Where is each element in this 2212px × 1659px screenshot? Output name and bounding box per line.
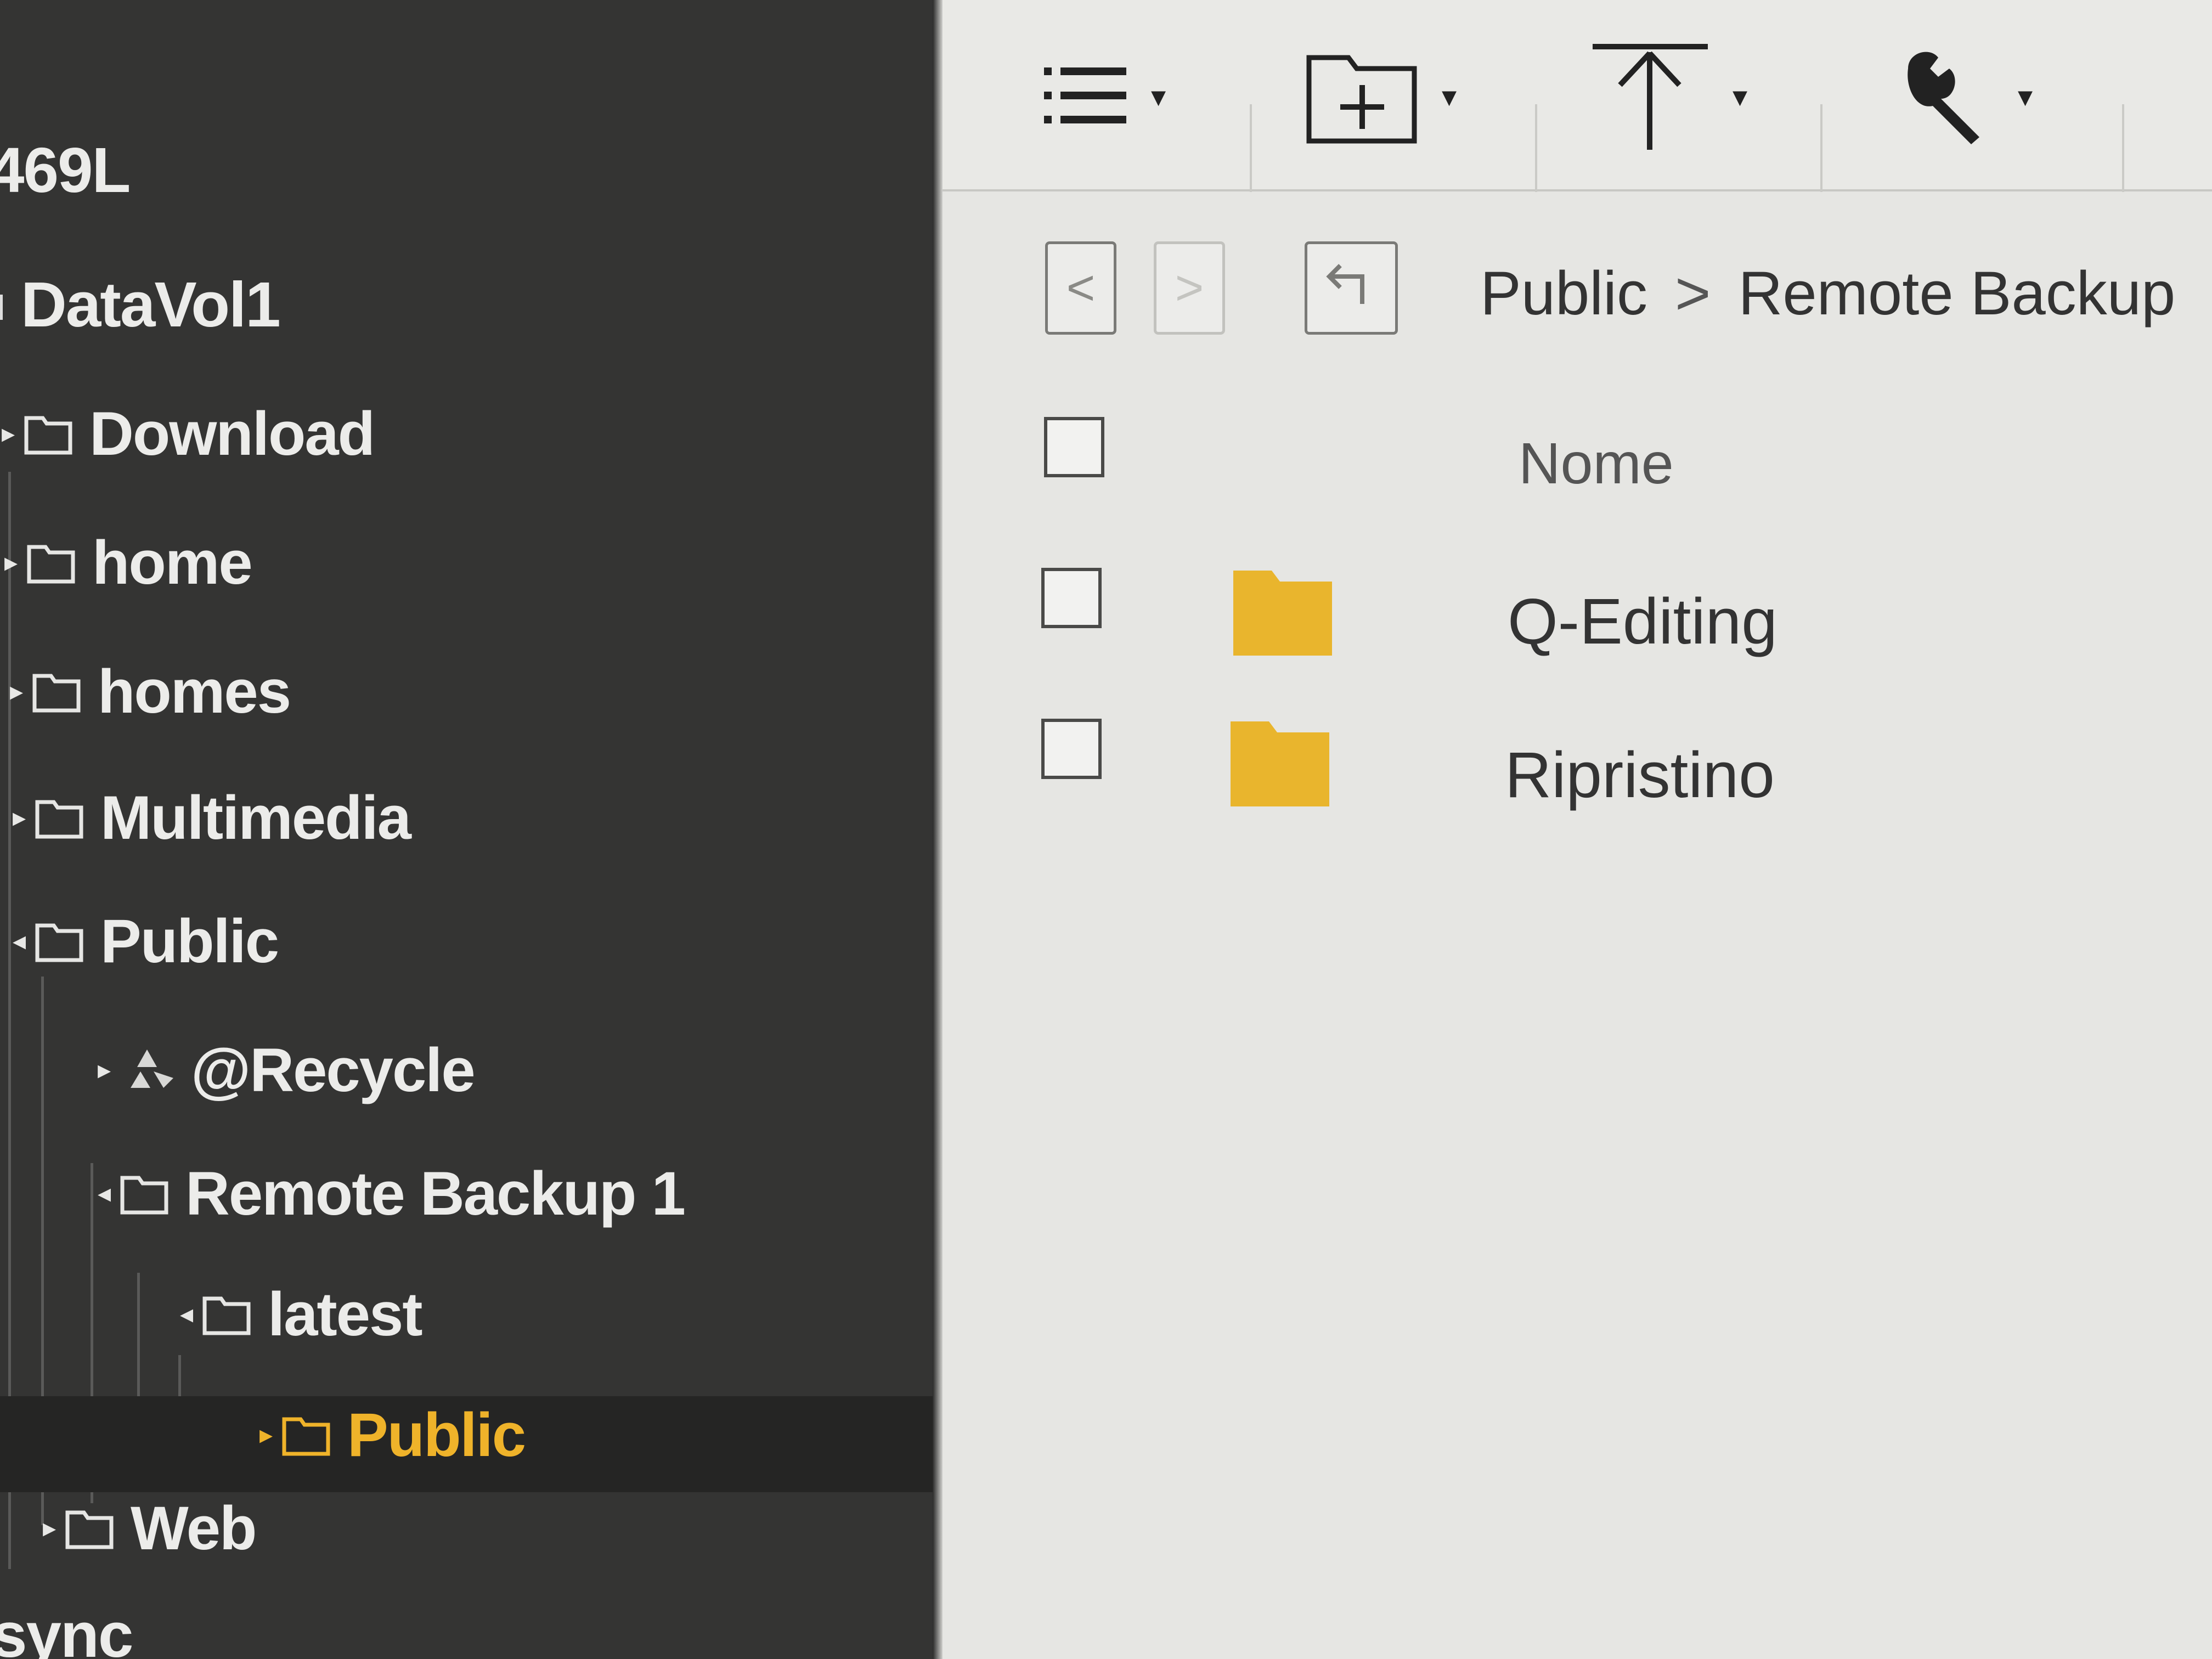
forward-button[interactable]: > xyxy=(1154,241,1225,335)
sidebar-item-label: sync xyxy=(0,1599,133,1659)
folder-icon xyxy=(1231,721,1329,809)
expand-caret-icon[interactable]: ▸ xyxy=(38,1513,60,1543)
expand-caret-icon[interactable]: ▸ xyxy=(255,1419,277,1450)
toolbar-separator xyxy=(2122,104,2124,192)
column-header-name[interactable]: Nome xyxy=(1519,431,1674,497)
tree-item-web[interactable]: ▸ Web xyxy=(38,1492,257,1564)
list-view-icon xyxy=(1041,58,1129,134)
upload-button[interactable]: ▾ xyxy=(1590,33,1747,159)
folder-icon xyxy=(1233,571,1332,658)
tree-item-label: home xyxy=(92,528,253,597)
collapse-caret-icon[interactable]: ◂ xyxy=(176,1299,198,1329)
parent-folder-icon xyxy=(1324,257,1379,319)
folder-icon xyxy=(35,919,84,963)
folder-icon xyxy=(24,411,73,455)
toolbar-separator xyxy=(1250,104,1252,192)
volume-label: DataVol1 xyxy=(21,269,281,340)
new-folder-icon xyxy=(1305,47,1420,145)
parent-folder-button[interactable] xyxy=(1305,241,1398,335)
chevron-down-icon[interactable]: ▾ xyxy=(2018,79,2033,114)
tree-item-remote-backup-1[interactable]: ◂ Remote Backup 1 xyxy=(93,1158,686,1229)
tree-item-label: Public xyxy=(347,1400,526,1469)
tree-item-label: Public xyxy=(100,906,279,975)
expand-caret-icon[interactable]: ▸ xyxy=(0,418,19,449)
folder-icon xyxy=(26,540,76,584)
recycle-bin-icon xyxy=(120,1045,174,1094)
breadcrumb-item-remote-backup[interactable]: Remote Backup xyxy=(1738,259,2175,328)
toolbar-separator xyxy=(1535,104,1537,192)
file-name-q-editing[interactable]: Q-Editing xyxy=(1508,584,1778,659)
chevron-left-icon: < xyxy=(1066,260,1096,315)
file-browser-pane: ▾ ▾ ▾ ▾ < > Public > Remote Backup Nome … xyxy=(943,0,2212,1659)
toolbar-separator xyxy=(1820,104,1822,192)
tree-item-latest[interactable]: ◂ latest xyxy=(176,1278,423,1350)
breadcrumb-item-public[interactable]: Public xyxy=(1480,259,1647,328)
sidebar-divider[interactable] xyxy=(933,0,943,1659)
folder-icon xyxy=(65,1506,114,1550)
chevron-down-icon[interactable]: ▾ xyxy=(1733,79,1747,114)
nas-name-label: 469L xyxy=(0,134,131,206)
expand-caret-icon[interactable]: ▸ xyxy=(0,547,22,578)
tree-item-recycle[interactable]: ▸ @Recycle xyxy=(93,1034,476,1105)
folder-icon xyxy=(281,1413,331,1457)
back-button[interactable]: < xyxy=(1045,241,1116,335)
tree-item-homes[interactable]: ▸ homes xyxy=(5,656,291,727)
tree-item-label: Remote Backup 1 xyxy=(185,1159,686,1228)
tree-item-label: latest xyxy=(268,1279,423,1348)
collapse-caret-icon[interactable]: ◂ xyxy=(8,926,30,956)
navigation-bar: < > Public > Remote Backup xyxy=(943,230,2212,340)
upload-icon xyxy=(1590,41,1711,151)
tree-item-label: @Recycle xyxy=(191,1035,476,1104)
tree-item-multimedia[interactable]: ▸ Multimedia xyxy=(8,782,411,853)
view-mode-button[interactable]: ▾ xyxy=(1041,33,1166,159)
wrench-icon xyxy=(1897,47,1996,145)
new-folder-button[interactable]: ▾ xyxy=(1305,33,1457,159)
tree-item-label: homes xyxy=(98,657,291,726)
row-checkbox[interactable] xyxy=(1041,568,1102,628)
expand-caret-icon[interactable]: ▸ xyxy=(8,802,30,833)
collapse-caret-icon[interactable]: ◂ xyxy=(93,1178,115,1209)
file-name-ripristino[interactable]: Ripristino xyxy=(1505,738,1775,812)
tree-item-public-selected[interactable]: ▸ Public xyxy=(255,1399,526,1470)
sidebar-item-sync[interactable]: sync xyxy=(0,1599,133,1659)
chevron-down-icon[interactable]: ▾ xyxy=(1442,79,1457,114)
tree-item-download[interactable]: ▸ Download xyxy=(0,398,375,469)
tools-button[interactable]: ▾ xyxy=(1897,33,2033,159)
tree-item-home[interactable]: ▸ home xyxy=(0,527,253,598)
toolbar: ▾ ▾ ▾ ▾ xyxy=(943,0,2212,192)
expand-caret-icon[interactable]: ▸ xyxy=(5,676,27,707)
folder-icon xyxy=(32,669,81,713)
chevron-right-icon: > xyxy=(1175,260,1204,315)
tree-item-label: Web xyxy=(131,1493,257,1562)
breadcrumb: Public > Remote Backup xyxy=(1480,258,2175,329)
folder-icon xyxy=(35,795,84,839)
tree-item-label: Download xyxy=(89,399,375,468)
tree-item-label: Multimedia xyxy=(100,783,411,852)
expand-caret-icon[interactable]: ▸ xyxy=(93,1054,115,1085)
breadcrumb-separator: > xyxy=(1675,259,1711,328)
tree-item-public[interactable]: ◂ Public xyxy=(8,905,279,977)
volume-datavol1[interactable]: DataVol1 xyxy=(0,269,281,340)
row-checkbox[interactable] xyxy=(1041,719,1102,779)
volume-icon xyxy=(0,285,4,324)
folder-icon xyxy=(202,1292,251,1336)
nas-name[interactable]: 469L xyxy=(0,134,131,206)
chevron-down-icon[interactable]: ▾ xyxy=(1151,79,1166,114)
select-all-checkbox[interactable] xyxy=(1044,417,1104,477)
folder-icon xyxy=(120,1171,169,1215)
folder-tree-sidebar: 469L DataVol1 ▸ Download ▸ home ▸ homes … xyxy=(0,0,933,1659)
